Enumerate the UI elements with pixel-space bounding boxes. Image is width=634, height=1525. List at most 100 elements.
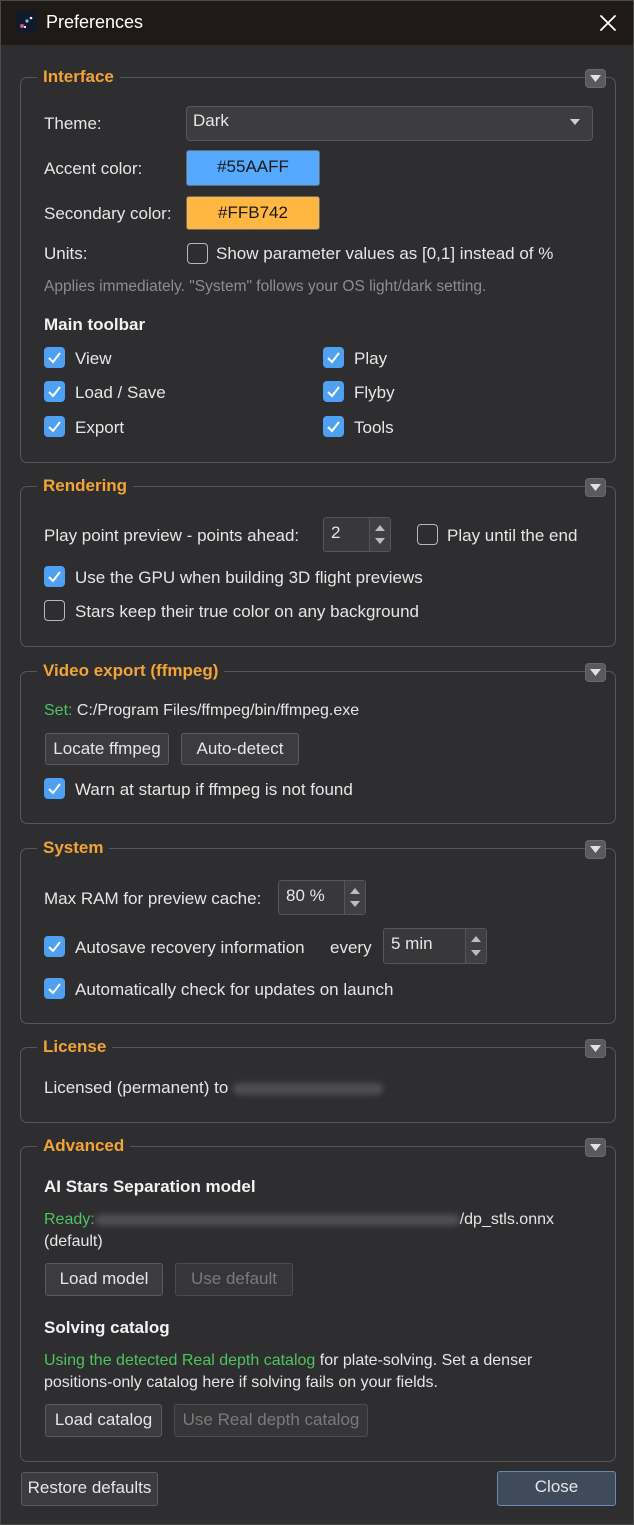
- arrow-up-icon[interactable]: [471, 936, 481, 942]
- gpu-checkbox[interactable]: [44, 566, 65, 587]
- collapse-license-button[interactable]: [585, 1039, 606, 1058]
- arrow-down-icon[interactable]: [375, 538, 385, 544]
- accent-color-button[interactable]: #55AAFF: [186, 150, 320, 186]
- play-until-end-checkbox[interactable]: [417, 524, 438, 545]
- ffmpeg-set-prefix: Set:: [44, 702, 73, 719]
- secondary-color-button[interactable]: #FFB742: [186, 196, 320, 230]
- license-group-title: License: [37, 1037, 113, 1057]
- check-icon: [327, 421, 340, 433]
- toolbar-export-label: Export: [75, 418, 125, 437]
- autosave-interval-spinbox[interactable]: 5 min: [383, 928, 487, 964]
- max-ram-spinbox[interactable]: 80 %: [278, 880, 366, 915]
- gpu-label: Use the GPU when building 3D flight prev…: [75, 568, 423, 587]
- system-group: System Max RAM for preview cache: 80 % A…: [20, 838, 616, 1024]
- use-default-button[interactable]: Use default: [175, 1263, 293, 1296]
- toolbar-view-label: View: [75, 349, 112, 368]
- advanced-group: Advanced AI Stars Separation model Ready…: [20, 1136, 616, 1462]
- collapse-system-button[interactable]: [585, 840, 606, 859]
- autosave-interval-value: 5 min: [391, 934, 433, 953]
- play-until-end-label: Play until the end: [447, 526, 578, 545]
- check-icon: [48, 571, 61, 583]
- toolbar-play-label: Play: [354, 349, 388, 368]
- load-catalog-button[interactable]: Load catalog: [45, 1404, 162, 1437]
- license-text: Licensed (permanent) to: [44, 1078, 384, 1098]
- main-toolbar-heading: Main toolbar: [44, 315, 146, 334]
- close-button[interactable]: Close: [497, 1471, 616, 1506]
- collapse-advanced-button[interactable]: [585, 1138, 606, 1157]
- warn-ffmpeg-label: Warn at startup if ffmpeg is not found: [75, 780, 353, 799]
- toolbar-view-checkbox[interactable]: [44, 347, 65, 368]
- license-group: License Licensed (permanent) to: [20, 1037, 616, 1123]
- chevron-down-icon: [590, 669, 601, 676]
- check-icon: [48, 386, 61, 398]
- locate-ffmpeg-button[interactable]: Locate ffmpeg: [45, 733, 169, 765]
- arrow-up-icon[interactable]: [350, 888, 360, 894]
- restore-defaults-button[interactable]: Restore defaults: [21, 1472, 158, 1506]
- toolbar-flyby-checkbox[interactable]: [323, 381, 344, 402]
- toolbar-load-save-label: Load / Save: [75, 383, 166, 402]
- collapse-rendering-button[interactable]: [585, 478, 606, 497]
- points-ahead-label: Play point preview - points ahead:: [44, 526, 300, 545]
- units-checkbox[interactable]: [187, 243, 208, 264]
- toolbar-tools-label: Tools: [354, 418, 394, 437]
- solving-catalog-heading: Solving catalog: [44, 1318, 170, 1337]
- system-group-title: System: [37, 838, 110, 858]
- close-icon[interactable]: [593, 9, 623, 37]
- arrow-up-icon[interactable]: [375, 525, 385, 531]
- chevron-down-icon: [590, 1045, 601, 1052]
- model-file: /dp_stls.onnx: [459, 1211, 554, 1228]
- auto-detect-button[interactable]: Auto-detect: [181, 733, 299, 765]
- interface-hint: Applies immediately. "System" follows yo…: [44, 278, 487, 295]
- rendering-group: Rendering Play point preview - points ah…: [20, 476, 616, 647]
- theme-select[interactable]: Dark: [186, 106, 593, 141]
- check-updates-checkbox[interactable]: [44, 978, 65, 999]
- chevron-down-icon: [590, 484, 601, 491]
- video-export-group-title: Video export (ffmpeg): [37, 661, 225, 681]
- arrow-down-icon[interactable]: [471, 950, 481, 956]
- autosave-label: Autosave recovery information: [75, 938, 305, 957]
- autosave-checkbox[interactable]: [44, 936, 65, 957]
- arrow-down-icon[interactable]: [350, 901, 360, 907]
- chevron-down-icon: [590, 846, 601, 853]
- points-ahead-value: 2: [331, 523, 341, 542]
- use-real-depth-catalog-button[interactable]: Use Real depth catalog: [174, 1404, 368, 1437]
- app-icon: [16, 12, 37, 33]
- rendering-group-title: Rendering: [37, 476, 134, 496]
- check-icon: [48, 983, 61, 995]
- load-model-button[interactable]: Load model: [45, 1263, 163, 1296]
- toolbar-tools-checkbox[interactable]: [323, 416, 344, 437]
- ffmpeg-path-line: Set: C:/Program Files/ffmpeg/bin/ffmpeg.…: [44, 702, 359, 720]
- max-ram-label: Max RAM for preview cache:: [44, 889, 262, 908]
- toolbar-load-save-checkbox[interactable]: [44, 381, 65, 402]
- warn-ffmpeg-checkbox[interactable]: [44, 778, 65, 799]
- accent-color-label: Accent color:: [44, 159, 143, 178]
- window-title: Preferences: [46, 12, 144, 32]
- check-icon: [327, 352, 340, 364]
- toolbar-export-checkbox[interactable]: [44, 416, 65, 437]
- secondary-color-label: Secondary color:: [44, 204, 172, 223]
- units-label: Units:: [44, 244, 88, 263]
- collapse-video-button[interactable]: [585, 663, 606, 682]
- spinbox-arrows[interactable]: [344, 881, 365, 914]
- toolbar-play-checkbox[interactable]: [323, 347, 344, 368]
- video-export-group: Video export (ffmpeg) Set: C:/Program Fi…: [20, 661, 616, 824]
- toolbar-flyby-label: Flyby: [354, 383, 395, 402]
- collapse-interface-button[interactable]: [585, 69, 606, 88]
- chevron-down-icon: [590, 75, 601, 82]
- spinbox-arrows[interactable]: [465, 929, 486, 963]
- points-ahead-spinbox[interactable]: 2: [323, 517, 391, 552]
- license-label: Licensed (permanent) to: [44, 1078, 229, 1097]
- check-icon: [48, 783, 61, 795]
- interface-group-title: Interface: [37, 67, 120, 87]
- advanced-group-title: Advanced: [37, 1136, 131, 1156]
- model-default-note: (default): [44, 1233, 103, 1250]
- model-ready-prefix: Ready:: [44, 1211, 95, 1228]
- chevron-down-icon: [570, 119, 580, 125]
- spinbox-arrows[interactable]: [369, 518, 390, 551]
- ai-model-heading: AI Stars Separation model: [44, 1177, 256, 1196]
- stars-true-color-checkbox[interactable]: [44, 600, 65, 621]
- max-ram-value: 80 %: [286, 886, 325, 905]
- check-icon: [48, 421, 61, 433]
- catalog-description-line-1: Using the detected Real depth catalog fo…: [44, 1352, 532, 1370]
- model-status-line: Ready: /dp_stls.onnx: [44, 1211, 554, 1229]
